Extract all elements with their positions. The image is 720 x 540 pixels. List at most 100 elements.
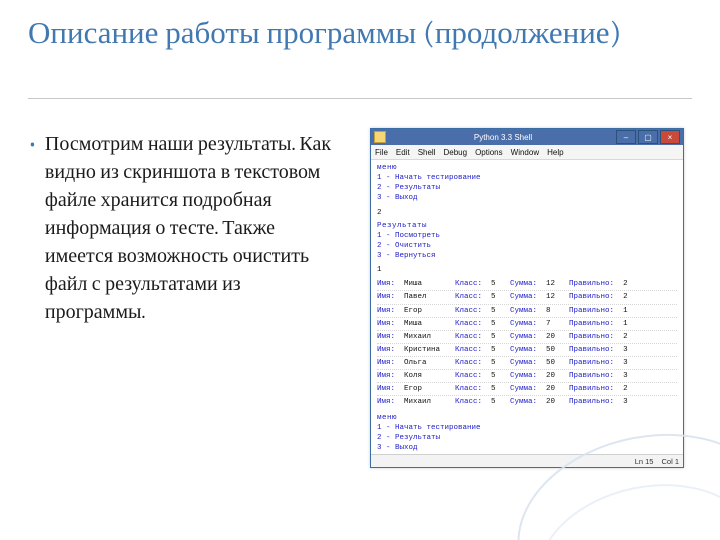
label-name: Имя: [377, 332, 395, 342]
top-menu-header: меню [377, 163, 677, 173]
value-name: Кристина [404, 345, 446, 355]
label-sum: Сумма: [510, 371, 537, 381]
minimize-button[interactable]: – [616, 130, 636, 144]
close-button[interactable]: × [660, 130, 680, 144]
label-sum: Сумма: [510, 358, 537, 368]
label-sum: Сумма: [510, 292, 537, 302]
label-class: Класс: [455, 358, 482, 368]
label-class: Класс: [455, 292, 482, 302]
bottom-menu-line: 1 - Начать тестирование [377, 423, 677, 433]
value-sum: 12 [546, 292, 560, 302]
value-sum: 8 [546, 306, 560, 316]
value-name: Миша [404, 279, 446, 289]
label-sum: Сумма: [510, 279, 537, 289]
label-class: Класс: [455, 332, 482, 342]
value-correct: 3 [623, 397, 628, 407]
value-name: Егор [404, 384, 446, 394]
label-name: Имя: [377, 371, 395, 381]
value-sum: 20 [546, 371, 560, 381]
value-sum: 12 [546, 279, 560, 289]
label-sum: Сумма: [510, 384, 537, 394]
menu-edit[interactable]: Edit [396, 148, 410, 157]
menu-help[interactable]: Help [547, 148, 563, 157]
menu-window[interactable]: Window [511, 148, 539, 157]
label-correct: Правильно: [569, 292, 614, 302]
value-correct: 3 [623, 371, 628, 381]
result-row: Имя:МихаилКласс:5Сумма:20Правильно:3 [377, 395, 677, 408]
label-sum: Сумма: [510, 306, 537, 316]
submenu-line: 1 - Посмотреть [377, 231, 677, 241]
label-correct: Правильно: [569, 345, 614, 355]
menu-debug[interactable]: Debug [443, 148, 467, 157]
label-class: Класс: [455, 306, 482, 316]
value-name: Павел [404, 292, 446, 302]
result-row: Имя:МишаКласс:5Сумма:12Правильно:2 [377, 278, 677, 290]
value-correct: 3 [623, 358, 628, 368]
label-correct: Правильно: [569, 332, 614, 342]
value-name: Михаил [404, 332, 446, 342]
value-name: Ольга [404, 358, 446, 368]
value-class: 5 [491, 371, 501, 381]
embedded-screenshot-window: Python 3.3 Shell – ▢ × File Edit Shell D… [370, 128, 684, 468]
label-name: Имя: [377, 279, 395, 289]
menu-options[interactable]: Options [475, 148, 503, 157]
result-row: Имя:ЕгорКласс:5Сумма:8Правильно:1 [377, 304, 677, 317]
value-name: Егор [404, 306, 446, 316]
title-underline [28, 98, 692, 99]
value-class: 5 [491, 345, 501, 355]
label-name: Имя: [377, 306, 395, 316]
label-correct: Правильно: [569, 279, 614, 289]
value-correct: 2 [623, 279, 628, 289]
value-correct: 2 [623, 384, 628, 394]
maximize-button[interactable]: ▢ [638, 130, 658, 144]
value-class: 5 [491, 306, 501, 316]
value-correct: 1 [623, 319, 628, 329]
label-correct: Правильно: [569, 306, 614, 316]
slide-body: • Посмотрим наши результаты. Как видно и… [28, 130, 344, 326]
result-row: Имя:ПавелКласс:5Сумма:12Правильно:2 [377, 290, 677, 303]
value-class: 5 [491, 358, 501, 368]
label-class: Класс: [455, 279, 482, 289]
menu-shell[interactable]: Shell [418, 148, 436, 157]
python-icon [374, 131, 386, 143]
submenu-header: Результаты [377, 221, 677, 231]
label-correct: Правильно: [569, 384, 614, 394]
value-sum: 50 [546, 358, 560, 368]
value-name: Михаил [404, 397, 446, 407]
label-name: Имя: [377, 292, 395, 302]
label-sum: Сумма: [510, 397, 537, 407]
result-row: Имя:МихаилКласс:5Сумма:20Правильно:2 [377, 330, 677, 343]
result-row: Имя:КристинаКласс:5Сумма:50Правильно:3 [377, 343, 677, 356]
slide: Описание работы программы (продолжение) … [0, 0, 720, 540]
label-sum: Сумма: [510, 319, 537, 329]
menu-file[interactable]: File [375, 148, 388, 157]
value-class: 5 [491, 332, 501, 342]
label-name: Имя: [377, 397, 395, 407]
value-correct: 3 [623, 345, 628, 355]
bottom-menu-header: меню [377, 413, 677, 423]
value-sum: 7 [546, 319, 560, 329]
label-sum: Сумма: [510, 345, 537, 355]
value-sum: 50 [546, 345, 560, 355]
submenu-line: 3 - Вернуться [377, 251, 677, 261]
value-class: 5 [491, 292, 501, 302]
submenu-choice: 1 [377, 265, 677, 275]
window-menubar: File Edit Shell Debug Options Window Hel… [371, 145, 683, 160]
top-menu-line: 1 - Начать тестирование [377, 173, 677, 183]
label-class: Класс: [455, 384, 482, 394]
label-correct: Правильно: [569, 397, 614, 407]
top-menu-choice: 2 [377, 208, 677, 218]
label-name: Имя: [377, 358, 395, 368]
label-sum: Сумма: [510, 332, 537, 342]
slide-title: Описание работы программы (продолжение) [28, 16, 692, 52]
label-name: Имя: [377, 384, 395, 394]
top-menu-line: 3 - Выход [377, 193, 677, 203]
result-row: Имя:ОльгаКласс:5Сумма:50Правильно:3 [377, 356, 677, 369]
label-class: Класс: [455, 397, 482, 407]
result-row: Имя:КоляКласс:5Сумма:20Правильно:3 [377, 369, 677, 382]
label-name: Имя: [377, 345, 395, 355]
submenu-line: 2 - Очистить [377, 241, 677, 251]
label-correct: Правильно: [569, 371, 614, 381]
value-class: 5 [491, 319, 501, 329]
top-menu-line: 2 - Результаты [377, 183, 677, 193]
